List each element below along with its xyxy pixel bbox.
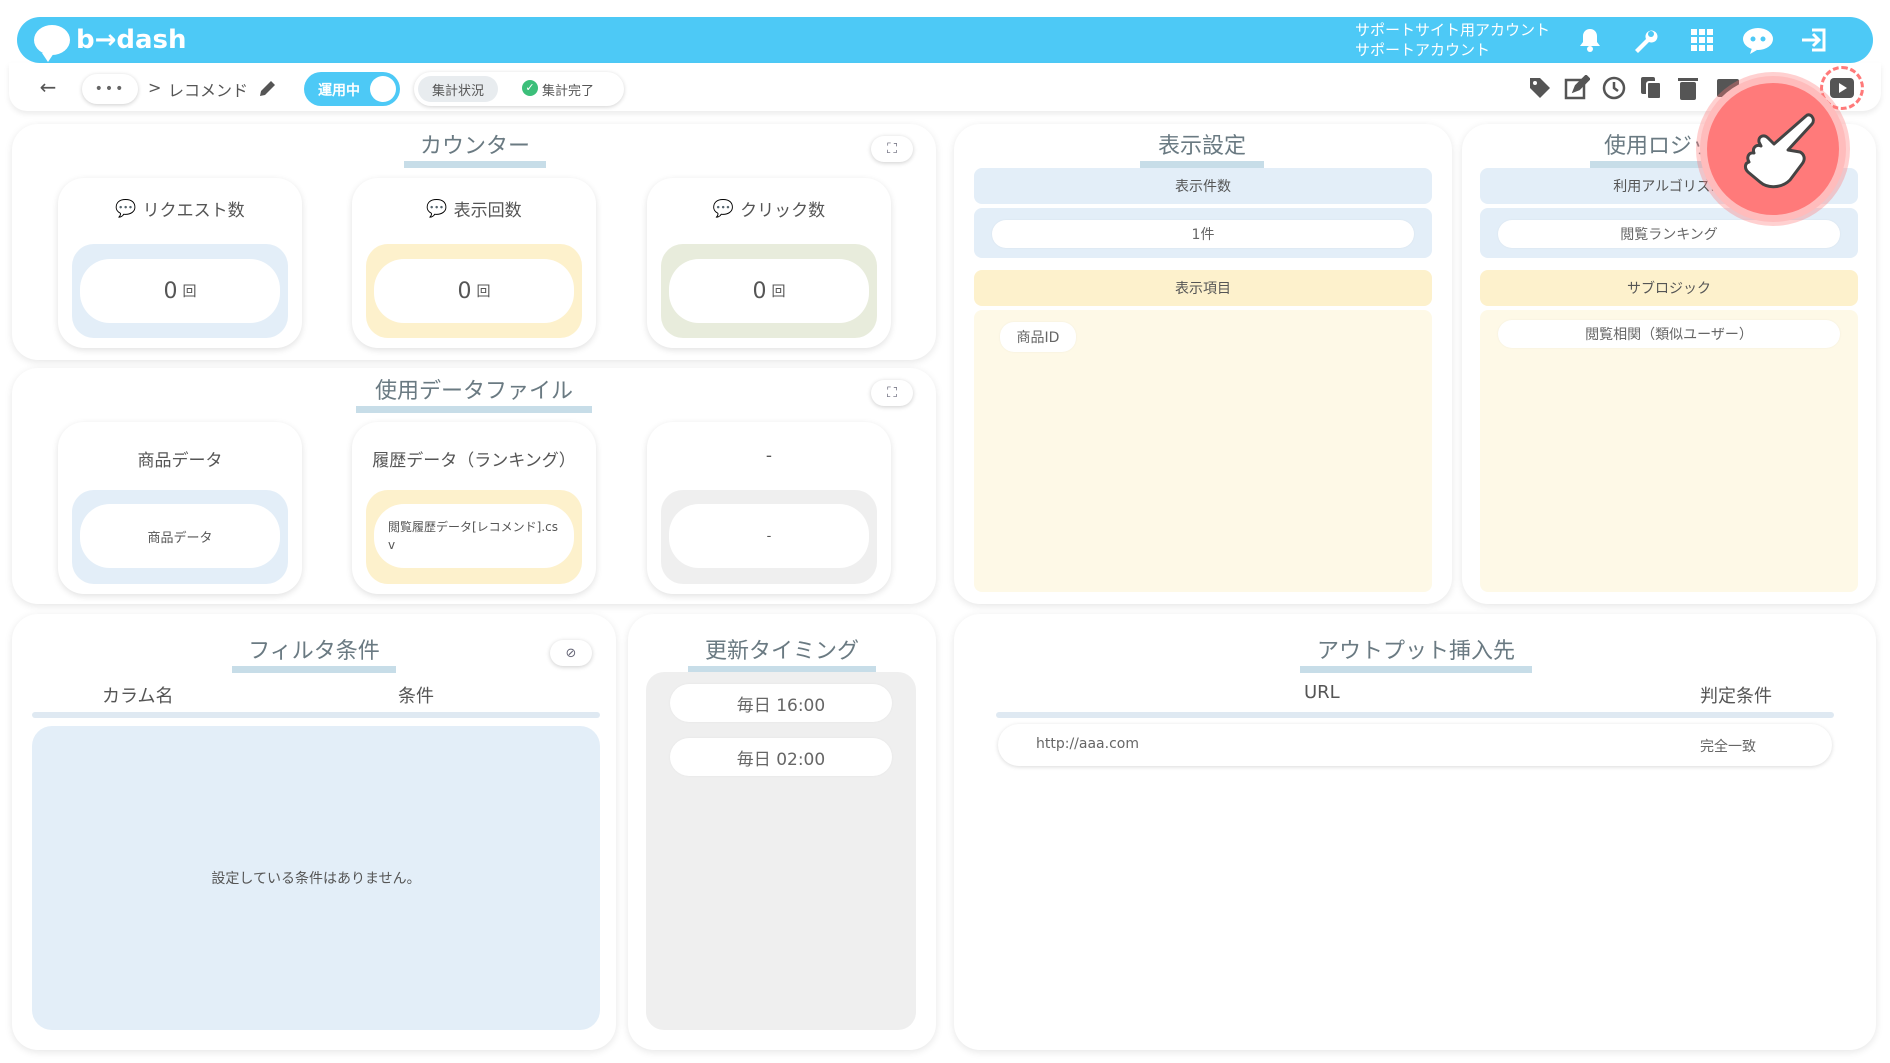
grid-icon[interactable] [1684,22,1720,58]
logic-sub-value: 閲覧相関（類似ユーザー） [1498,320,1840,348]
trash-icon[interactable] [1672,72,1704,104]
pencil-icon[interactable] [256,76,280,100]
timing-item: 毎日 16:00 [670,684,892,722]
filter-off-icon[interactable]: ⊘ [550,640,592,666]
toggle-knob [370,76,396,102]
output-row-cond: 完全一致 [1700,739,1756,755]
account-name-2: サポートアカウント [1355,41,1491,59]
filter-empty-area: 設定している条件はありません。 [32,726,600,1030]
expand-icon[interactable]: ⛶ [871,136,913,162]
output-header-divider [996,712,1834,718]
filter-column-header: カラム名 [102,686,174,707]
display-item-chip: 商品ID [1000,322,1076,352]
datafile-history-value: 閲覧履歴データ[レコメンド].csv [374,504,574,568]
copy-icon[interactable] [1635,72,1667,104]
tag-icon[interactable] [1524,72,1556,104]
operation-toggle[interactable]: 運用中 [304,72,400,106]
history-icon[interactable] [1598,72,1630,104]
status-done-label: 集計完了 [542,84,595,99]
filter-condition-header: 条件 [398,686,434,707]
wrench-icon[interactable] [1627,22,1663,58]
account-name-1: サポートサイト用アカウント [1355,21,1551,39]
kpi-request-label: 💬 リクエスト数 [115,198,245,222]
output-card [954,614,1876,1050]
kpi-display-label: 💬 表示回数 [426,198,522,222]
counter-title: カウンター [404,133,546,168]
comment-icon: 💬 [426,198,448,219]
breadcrumb-current: レコメンド [168,81,249,100]
output-cond-header: 判定条件 [1700,686,1772,707]
chat-bot-icon[interactable] [1740,22,1776,58]
logic-algo-value: 閲覧ランキング [1498,220,1840,248]
check-circle-icon: ✓ [522,80,538,96]
timing-item: 毎日 02:00 [670,738,892,776]
logo[interactable]: b→dash [34,22,187,62]
kpi-click-value: 0 回 [669,259,869,323]
breadcrumb-separator: > [148,78,162,97]
filter-title: フィルタ条件 [232,638,396,673]
tab-aggregation-status[interactable]: 集計状況 [418,76,498,102]
display-settings-title: 表示設定 [1140,133,1264,168]
display-count-value: 1件 [992,220,1414,248]
datafile-product-label: 商品データ [137,451,223,471]
output-row-url: http://aaa.com [1036,736,1139,752]
edit-icon[interactable] [1561,72,1593,104]
display-count-header: 表示件数 [974,168,1432,204]
back-arrow-icon[interactable]: ← [34,75,62,99]
display-items-header: 表示項目 [974,270,1432,306]
logo-bubble-icon [34,25,70,62]
logo-text: b→dash [76,25,187,55]
bell-icon[interactable] [1572,22,1608,58]
datafile-history-label: 履歴データ（ランキング） [372,451,576,471]
kpi-click-label: 💬 クリック数 [712,198,826,222]
output-url-header: URL [1304,682,1340,703]
logic-sub-area [1480,310,1858,592]
datafile-product-value: 商品データ [80,504,280,568]
comment-icon: 💬 [115,198,137,219]
logout-icon[interactable] [1797,22,1833,58]
datafile-empty-value: - [669,504,869,568]
logic-sub-header: サブロジック [1480,270,1858,306]
toggle-label: 運用中 [318,83,360,99]
pointer-hand-icon [1700,76,1846,222]
output-title: アウトプット挿入先 [1300,638,1532,673]
filter-header-divider [32,712,600,718]
account-info[interactable]: サポートサイト用アカウント サポートアカウント [1355,20,1550,60]
datafiles-title: 使用データファイル [356,378,592,413]
kpi-request-value: 0 回 [80,259,280,323]
expand-icon[interactable]: ⛶ [871,380,913,406]
more-breadcrumb-button[interactable]: ••• [82,74,138,104]
timing-list-area [646,672,916,1030]
display-items-area [974,310,1432,592]
comment-icon: 💬 [712,198,735,219]
datafile-empty-label: - [765,446,773,466]
kpi-display-value: 0 回 [374,259,574,323]
timing-title: 更新タイミング [688,638,876,673]
output-row[interactable]: http://aaa.com 完全一致 [998,724,1832,766]
